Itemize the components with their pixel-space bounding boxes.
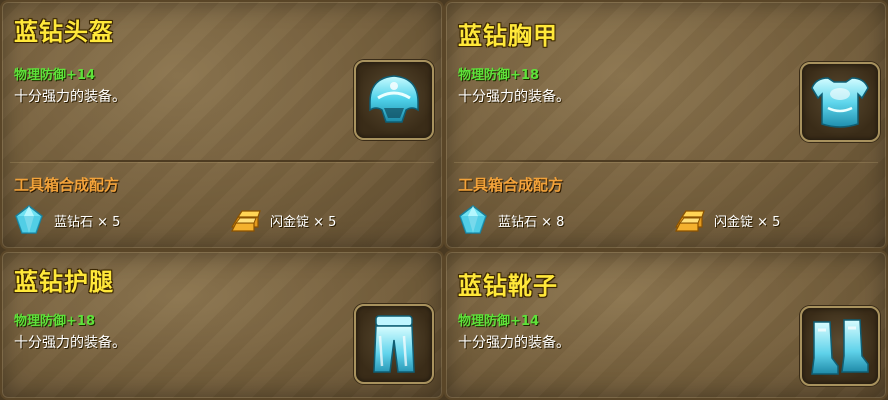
item-description: 十分强力的装备。 (14, 89, 126, 105)
material-label: 闪金锭 × 5 (714, 214, 781, 230)
item-stat: 物理防御+18 (458, 68, 539, 83)
boots-icon[interactable] (800, 306, 880, 386)
material-label: 闪金锭 × 5 (270, 214, 337, 230)
blue-diamond-icon (15, 205, 43, 234)
leggings-icon[interactable] (354, 304, 434, 384)
item-title: 蓝钻护腿 (14, 268, 114, 296)
item-description: 十分强力的装备。 (458, 89, 570, 105)
material-label: 蓝钻石 × 5 (54, 214, 121, 230)
item-title: 蓝钻头盔 (14, 18, 114, 46)
item-stat: 物理防御+14 (14, 68, 95, 83)
material-blue-diamond[interactable]: 蓝钻石 × 5 (12, 202, 120, 238)
equipment-card-boots[interactable]: 蓝钻靴子 物理防御+14 十分强力的装备。 (444, 250, 888, 400)
gold-ingot-icon (230, 210, 261, 232)
item-description: 十分强力的装备。 (14, 335, 126, 351)
material-gold-ingot[interactable]: 闪金锭 × 5 (228, 202, 336, 238)
material-blue-diamond[interactable]: 蓝钻石 × 8 (456, 202, 564, 238)
material-label: 蓝钻石 × 8 (498, 214, 565, 230)
equipment-card-chest-armor[interactable]: 蓝钻胸甲 物理防御+18 十分强力的装备。 工具箱合成配方 蓝钻石 × 8 闪金… (444, 0, 888, 250)
divider (10, 160, 434, 162)
equipment-card-helmet[interactable]: 蓝钻头盔 物理防御+14 十分强力的装备。 工具箱合成配方 蓝钻石 × 5 闪金… (0, 0, 444, 250)
recipe-title: 工具箱合成配方 (14, 176, 120, 194)
blue-diamond-icon (459, 205, 487, 234)
material-gold-ingot[interactable]: 闪金锭 × 5 (672, 202, 780, 238)
divider (454, 160, 878, 162)
recipe-title: 工具箱合成配方 (458, 176, 564, 194)
item-stat: 物理防御+14 (458, 314, 539, 329)
item-stat: 物理防御+18 (14, 314, 95, 329)
helmet-icon[interactable] (354, 60, 434, 140)
item-description: 十分强力的装备。 (458, 335, 570, 351)
equipment-card-leggings[interactable]: 蓝钻护腿 物理防御+18 十分强力的装备。 (0, 250, 444, 400)
item-title: 蓝钻胸甲 (458, 22, 558, 50)
item-title: 蓝钻靴子 (458, 272, 558, 300)
equipment-grid: 蓝钻头盔 物理防御+14 十分强力的装备。 工具箱合成配方 蓝钻石 × 5 闪金… (0, 0, 888, 400)
chest-armor-icon[interactable] (800, 62, 880, 142)
gold-ingot-icon (674, 210, 705, 232)
